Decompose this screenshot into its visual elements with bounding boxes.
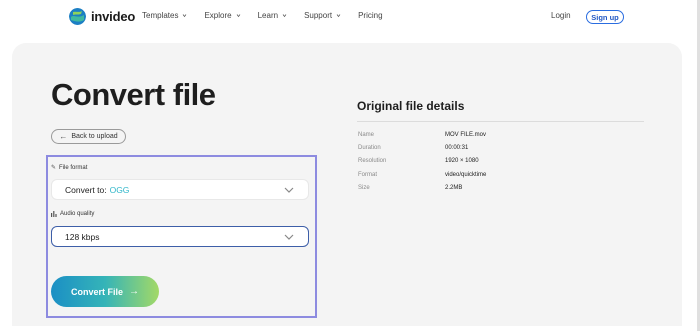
detail-value-duration: 00:00:31: [445, 145, 469, 151]
chevron-down-icon: [183, 14, 187, 18]
back-label: Back to upload: [71, 133, 118, 140]
nav-label: Templates: [142, 11, 179, 20]
details-divider: [357, 121, 644, 122]
file-format-select[interactable]: Convert to: OGG: [51, 179, 309, 200]
nav-label: Explore: [204, 11, 232, 20]
convert-file-button[interactable]: Convert File →: [51, 276, 159, 307]
detail-key-duration: Duration: [358, 145, 381, 151]
nav-templates[interactable]: Templates: [142, 11, 187, 20]
nav-label: Pricing: [358, 11, 383, 20]
detail-value-size: 2.2MB: [445, 185, 463, 191]
convert-to-prefix: Convert to:: [65, 184, 107, 195]
chevron-down-icon: [236, 14, 240, 18]
file-format-label: ✎ File format: [51, 164, 88, 172]
main-nav: Templates Explore Learn Support Pricing: [142, 11, 383, 20]
detail-key-resolution: Resolution: [358, 158, 387, 164]
audio-quality-value: 128 kbps: [65, 231, 100, 242]
detail-key-name: Name: [358, 132, 375, 138]
signup-button[interactable]: Sign up: [586, 10, 624, 24]
pencil-icon: ✎: [51, 165, 57, 171]
audio-quality-select[interactable]: 128 kbps: [51, 226, 309, 247]
chevron-down-icon: [284, 187, 294, 193]
audio-quality-label: Audio quality: [51, 211, 94, 217]
detail-key-format: Format: [358, 172, 378, 178]
nav-support[interactable]: Support: [304, 11, 341, 20]
detail-value-name: MOV FILE.mov: [445, 132, 487, 138]
brand-name: invideo: [91, 9, 136, 24]
nav-learn[interactable]: Learn: [258, 11, 287, 20]
audio-quality-text: Audio quality: [60, 211, 95, 217]
file-format-text: File format: [59, 164, 88, 171]
bars-icon: [51, 211, 57, 217]
details-title: Original file details: [357, 99, 465, 113]
chevron-down-icon: [282, 14, 287, 18]
invideo-logo[interactable]: invideo: [69, 8, 135, 25]
login-link[interactable]: Login: [551, 11, 571, 20]
nav-explore[interactable]: Explore: [204, 11, 240, 20]
arrow-left-icon: ←: [59, 131, 68, 141]
back-to-upload-button[interactable]: ← Back to upload: [51, 129, 126, 144]
file-format-value: OGG: [109, 184, 130, 195]
chevron-down-icon: [336, 14, 341, 18]
arrow-right-icon: →: [129, 285, 139, 297]
chevron-down-icon: [284, 234, 294, 240]
nav-pricing[interactable]: Pricing: [358, 11, 382, 20]
detail-value-resolution: 1920 × 1080: [445, 158, 479, 164]
detail-key-size: Size: [358, 185, 370, 191]
top-navbar: invideo Templates Explore Learn Support …: [0, 0, 700, 34]
bottom-edge: [0, 326, 700, 331]
convert-label: Convert File: [70, 286, 123, 297]
detail-value-format: video/quicktime: [445, 172, 487, 178]
page-title: Convert file: [51, 77, 216, 112]
nav-label: Support: [304, 11, 333, 20]
logo-globe-icon: [69, 8, 86, 25]
nav-label: Learn: [257, 11, 279, 20]
